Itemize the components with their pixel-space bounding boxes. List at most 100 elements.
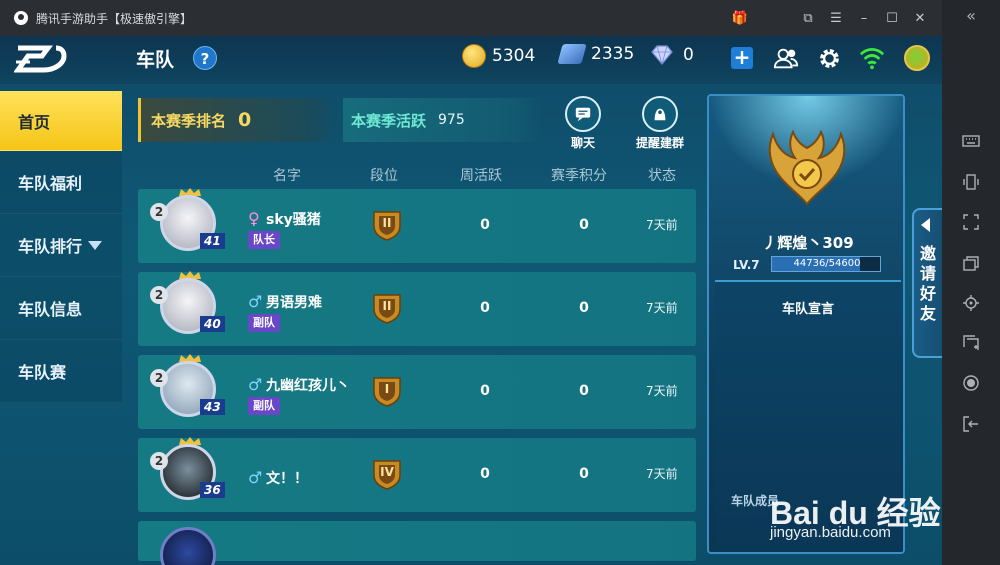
member-role-badge: 队长 [248, 231, 280, 249]
team-panel: 丿辉煌丶309 LV.7 44736/54600 车队宣言 车队成员 [707, 94, 905, 554]
member-level: 41 [200, 233, 225, 249]
keyboard-icon[interactable] [942, 126, 1000, 156]
coin-icon [462, 44, 486, 68]
male-icon: ♂ [248, 468, 263, 487]
table-row[interactable]: 2 40 ♂ 男语男难 副队 II 0 0 7天前 [138, 271, 696, 346]
nav-item-label: 车队排行 [18, 237, 83, 256]
side-nav: 首页 车队福利 车队排行 车队信息 车队赛 [0, 91, 122, 403]
player-avatar-button[interactable] [903, 44, 931, 72]
nav-item-label: 首页 [18, 112, 51, 132]
card-amount: 2335 [591, 44, 635, 64]
card-balance[interactable]: 2335 [557, 44, 635, 64]
close-icon[interactable]: ✕ [906, 0, 934, 36]
rank-badge: 2 [150, 203, 168, 221]
recharge-button[interactable]: + [728, 44, 756, 72]
nav-item-ranking[interactable]: 车队排行 [0, 214, 122, 277]
weekly-activity: 0 [480, 383, 490, 399]
chat-icon [565, 96, 601, 132]
emulator-toolbar: « [942, 0, 1000, 565]
diamond-balance[interactable]: 0 [650, 44, 694, 66]
location-icon[interactable] [942, 288, 1000, 318]
col-header-weekly: 周活跃 [460, 168, 502, 184]
season-points: 0 [579, 217, 589, 233]
team-name: 丿辉煌丶309 [762, 234, 854, 252]
network-status [858, 44, 886, 72]
baidu-watermark: Bai du 经验 jingyan.baidu.com [770, 488, 941, 541]
window-controls: 🎁 ⧉ ☰ – ☐ ✕ [726, 0, 934, 36]
chat-button[interactable]: 聊天 [548, 96, 618, 151]
page-title: 车队 [136, 49, 175, 71]
col-header-tier: 段位 [370, 168, 398, 184]
coin-amount: 5304 [492, 46, 536, 66]
weekly-activity: 0 [480, 300, 490, 316]
col-header-season-points: 赛季积分 [551, 168, 607, 184]
weekly-activity: 0 [480, 217, 490, 233]
chat-label: 聊天 [570, 136, 595, 150]
member-name: 男语男难 [266, 295, 322, 311]
card-icon [557, 44, 587, 64]
minimize-icon[interactable]: – [850, 0, 878, 36]
nav-item-home[interactable]: 首页 [0, 91, 122, 151]
weekly-activity: 0 [480, 466, 490, 482]
nav-item-info[interactable]: 车队信息 [0, 277, 122, 340]
member-role-badge: 副队 [248, 397, 280, 415]
diamond-icon [651, 45, 673, 65]
season-points: 0 [579, 383, 589, 399]
team-exp-bar: 44736/54600 [771, 256, 881, 272]
exit-icon[interactable] [942, 409, 1000, 439]
avatar [904, 45, 930, 71]
season-activity-value: 975 [438, 112, 465, 128]
table-row[interactable] [138, 521, 696, 565]
table-row[interactable]: 2 41 ♀ sky骚猪 队长 II 0 0 7天前 [138, 188, 696, 263]
help-button[interactable]: ? [193, 46, 217, 70]
member-name: 文！！ [266, 471, 308, 487]
last-online: 7天前 [646, 301, 678, 315]
rank-badge: 2 [150, 452, 168, 470]
manifesto-title: 车队宣言 [781, 302, 834, 317]
member-role-badge: 副队 [248, 314, 280, 332]
tier-label: I [384, 382, 390, 396]
separator [754, 0, 794, 36]
coin-balance[interactable]: 5304 [462, 44, 535, 68]
maximize-icon[interactable]: ☐ [878, 0, 906, 36]
screenshot-icon[interactable] [942, 328, 1000, 358]
game-screen: 车队 ? 5304 2335 0 + 首页 车队福利 车队排行 车队信息 车队赛… [0, 36, 942, 565]
tier-label: II [382, 216, 392, 230]
shake-icon[interactable] [942, 167, 1000, 197]
fullscreen-icon[interactable] [942, 207, 1000, 237]
rank-badge: 2 [150, 286, 168, 304]
friends-button[interactable] [772, 44, 800, 72]
nav-item-benefits[interactable]: 车队福利 [0, 151, 122, 214]
female-icon: ♀ [248, 209, 260, 228]
member-level: 36 [200, 482, 225, 498]
nav-item-label: 车队福利 [18, 174, 83, 193]
wifi-icon [859, 48, 885, 70]
plus-icon: + [731, 47, 753, 69]
nav-item-race[interactable]: 车队赛 [0, 340, 122, 403]
record-icon[interactable] [942, 368, 1000, 398]
season-rank-value: 0 [238, 109, 252, 131]
tier-label: II [382, 299, 392, 313]
season-activity-label: 本赛季活跃 [351, 111, 427, 130]
member-avatar [160, 527, 216, 565]
member-level: 43 [200, 399, 225, 415]
restore-window-icon[interactable]: ⧉ [794, 0, 822, 36]
window-title: 腾讯手游助手【极速傲引擎】 [36, 11, 193, 26]
multi-window-icon[interactable] [942, 248, 1000, 278]
gift-icon[interactable]: 🎁 [726, 0, 754, 36]
invite-friends-label: 邀请好友 [919, 244, 936, 323]
season-points: 0 [579, 466, 589, 482]
male-icon: ♂ [248, 292, 263, 311]
member-name: sky骚猪 [266, 212, 321, 228]
collapse-toolbar-icon[interactable]: « [942, 6, 1000, 25]
friends-icon [773, 48, 799, 69]
last-online: 7天前 [646, 218, 678, 232]
table-row[interactable]: 2 36 ♂ 文！！ IV 0 0 7天前 [138, 437, 696, 512]
settings-button[interactable] [815, 44, 843, 72]
last-online: 7天前 [646, 384, 678, 398]
table-row[interactable]: 2 43 ♂ 九幽红孩儿丶 副队 I 0 0 7天前 [138, 354, 696, 429]
last-online: 7天前 [646, 467, 678, 481]
remind-group-button[interactable]: 提醒建群 [625, 96, 695, 151]
menu-icon[interactable]: ☰ [822, 0, 850, 36]
invite-friends-tab[interactable]: 邀请好友 [912, 208, 942, 358]
